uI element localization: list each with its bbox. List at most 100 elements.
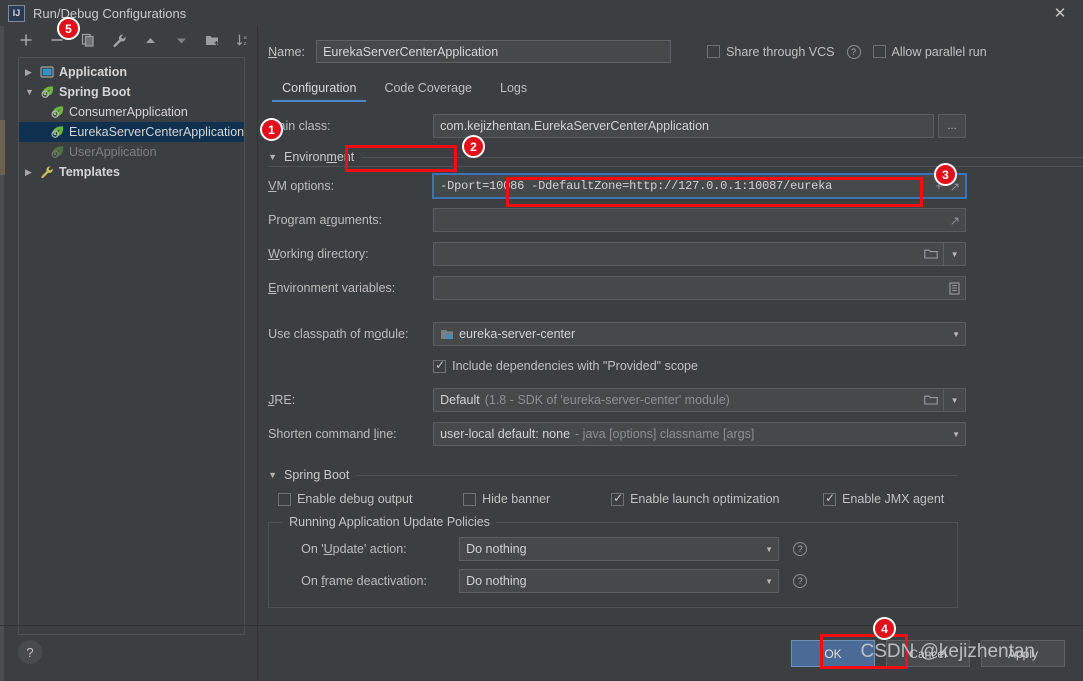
tree-node-consumer-application[interactable]: ConsumerApplication: [19, 102, 244, 122]
chevron-down-icon[interactable]: ▼: [765, 545, 773, 554]
main-class-input[interactable]: com.kejizhentan.EurekaServerCenterApplic…: [433, 114, 935, 138]
share-vcs-help-icon[interactable]: ?: [846, 44, 861, 59]
folder-icon[interactable]: [924, 394, 938, 406]
frame-deactivation-help-icon[interactable]: ?: [793, 574, 808, 588]
add-icon[interactable]: [18, 32, 34, 48]
program-arguments-input[interactable]: ↗: [433, 208, 967, 232]
spring-boot-icon: [49, 124, 65, 140]
tree-node-templates[interactable]: ▶ Templates: [19, 162, 244, 182]
checkbox-box[interactable]: [823, 491, 837, 506]
classpath-module-value: eureka-server-center: [459, 327, 576, 341]
configuration-form: Main class: com.kejizhentan.EurekaServer…: [268, 114, 1083, 608]
spring-boot-section-header[interactable]: ▼ Spring Boot: [268, 468, 959, 482]
section-divider: [356, 474, 959, 476]
configurations-toolbar: a z: [0, 26, 257, 54]
include-provided-checkbox[interactable]: Include dependencies with "Provided" sco…: [433, 358, 698, 373]
share-through-vcs-checkbox[interactable]: Share through VCS: [707, 44, 835, 59]
tree-node-eureka-server-center-application[interactable]: EurekaServerCenterApplication: [19, 122, 245, 142]
vm-options-input[interactable]: -Dport=10086 -DdefaultZone=http://127.0.…: [433, 174, 967, 198]
main-class-label: Main class:: [268, 119, 331, 133]
tree-node-label: EurekaServerCenterApplication: [69, 125, 245, 139]
svg-text:z: z: [243, 41, 246, 47]
shorten-command-line-select[interactable]: user-local default: none - java [options…: [433, 422, 967, 446]
hide-banner-checkbox[interactable]: Hide banner: [463, 492, 611, 506]
editor-tabs: Configuration Code Coverage Logs: [268, 77, 1083, 102]
frame-deactivation-select[interactable]: Do nothing ▼: [459, 569, 780, 593]
expand-editor-icon[interactable]: ↗: [950, 213, 960, 228]
spring-boot-icon: [49, 144, 65, 160]
application-icon: [39, 64, 55, 80]
folder-icon[interactable]: [924, 248, 938, 260]
update-policies-group: Running Application Update Policies On '…: [268, 515, 959, 608]
working-directory-dropdown-button[interactable]: ▼: [944, 242, 967, 266]
tab-configuration[interactable]: Configuration: [268, 77, 370, 102]
jre-select[interactable]: Default (1.8 - SDK of 'eureka-server-cen…: [433, 388, 945, 412]
collapse-arrow-icon[interactable]: ▼: [25, 87, 39, 97]
expand-arrow-icon[interactable]: ▶: [25, 67, 39, 78]
checkbox-box[interactable]: [611, 491, 625, 506]
tree-node-spring-boot[interactable]: ▼ Spring Boot: [19, 82, 244, 102]
allow-parallel-run-checkbox[interactable]: Allow parallel run: [872, 44, 987, 59]
chevron-down-icon[interactable]: ▼: [952, 430, 960, 439]
checkbox-box[interactable]: [278, 492, 292, 506]
run-configurations-tree[interactable]: ▶ Application ▼ Spring Boot ConsumerAppl…: [18, 57, 246, 635]
checkbox-box[interactable]: [463, 492, 477, 506]
move-up-icon[interactable]: [142, 32, 158, 48]
tab-code-coverage[interactable]: Code Coverage: [370, 77, 486, 102]
enable-jmx-agent-checkbox[interactable]: Enable JMX agent: [823, 491, 944, 506]
program-arguments-label: Program arguments:: [268, 213, 383, 227]
copy-icon[interactable]: [80, 32, 96, 48]
tree-node-label: ConsumerApplication: [69, 105, 188, 119]
collapse-arrow-icon[interactable]: ▼: [268, 152, 277, 162]
tabs-divider: [268, 166, 1083, 167]
edit-variables-icon[interactable]: [949, 281, 960, 295]
chevron-down-icon[interactable]: ▼: [765, 577, 773, 586]
tree-node-user-application[interactable]: UserApplication: [19, 142, 244, 162]
working-directory-label: Working directory:: [268, 247, 369, 261]
environment-variables-row: Environment variables:: [268, 276, 1083, 300]
classpath-module-row: Use classpath of module: eureka-server-c…: [268, 322, 1083, 346]
environment-variables-input[interactable]: [433, 276, 967, 300]
working-directory-input[interactable]: [433, 242, 945, 266]
name-input[interactable]: [316, 40, 672, 63]
new-folder-icon[interactable]: [204, 32, 220, 48]
enable-launch-optimization-checkbox[interactable]: Enable launch optimization: [611, 491, 823, 506]
environment-section-title: Environment: [284, 150, 355, 164]
jre-label: JRE:: [268, 393, 296, 407]
vm-options-value: -Dport=10086 -DdefaultZone=http://127.0.…: [440, 179, 833, 193]
close-icon[interactable]: ✕: [1045, 3, 1075, 23]
tree-node-label: UserApplication: [69, 145, 157, 159]
checkbox-box[interactable]: [433, 358, 447, 373]
wrench-icon[interactable]: [111, 32, 127, 48]
checkbox-box[interactable]: [872, 45, 886, 58]
environment-section-header[interactable]: ▼ Environment: [268, 150, 1083, 164]
checkbox-box[interactable]: [707, 45, 721, 58]
update-action-row: On 'Update' action: Do nothing ▼ ?: [279, 537, 947, 561]
enable-debug-output-checkbox[interactable]: Enable debug output: [278, 492, 463, 506]
allow-parallel-run-label: Allow parallel run: [891, 44, 987, 59]
update-action-select[interactable]: Do nothing ▼: [459, 537, 780, 561]
shorten-command-line-hint: - java [options] classname [args]: [575, 427, 755, 441]
main-class-value: com.kejizhentan.EurekaServerCenterApplic…: [440, 119, 709, 133]
update-policies-title: Running Application Update Policies: [283, 515, 496, 529]
frame-deactivation-label: On frame deactivation:: [301, 574, 427, 588]
vm-options-label: VM options:: [268, 179, 335, 193]
name-label: Name:: [268, 44, 305, 59]
help-button[interactable]: ?: [18, 640, 42, 664]
classpath-module-select[interactable]: eureka-server-center ▼: [433, 322, 967, 346]
tab-logs[interactable]: Logs: [486, 77, 541, 102]
collapse-arrow-icon[interactable]: ▼: [268, 470, 277, 480]
tree-node-application[interactable]: ▶ Application: [19, 62, 244, 82]
share-through-vcs-label: Share through VCS: [726, 44, 835, 59]
move-down-icon[interactable]: [173, 32, 189, 48]
configuration-editor-pane: Name: Share through VCS ? Allow parallel…: [258, 26, 1083, 681]
main-class-browse-button[interactable]: ...: [938, 114, 967, 138]
expand-arrow-icon[interactable]: ▶: [25, 167, 39, 178]
sort-alphabetically-icon[interactable]: a z: [235, 32, 251, 48]
jre-dropdown-button[interactable]: ▼: [944, 388, 967, 412]
update-action-help-icon[interactable]: ?: [793, 542, 808, 556]
environment-variables-label: Environment variables:: [268, 281, 396, 295]
chevron-down-icon[interactable]: ▼: [952, 330, 960, 339]
annotation-marker-4: 4: [873, 617, 896, 640]
classpath-module-label: Use classpath of module:: [268, 327, 409, 341]
